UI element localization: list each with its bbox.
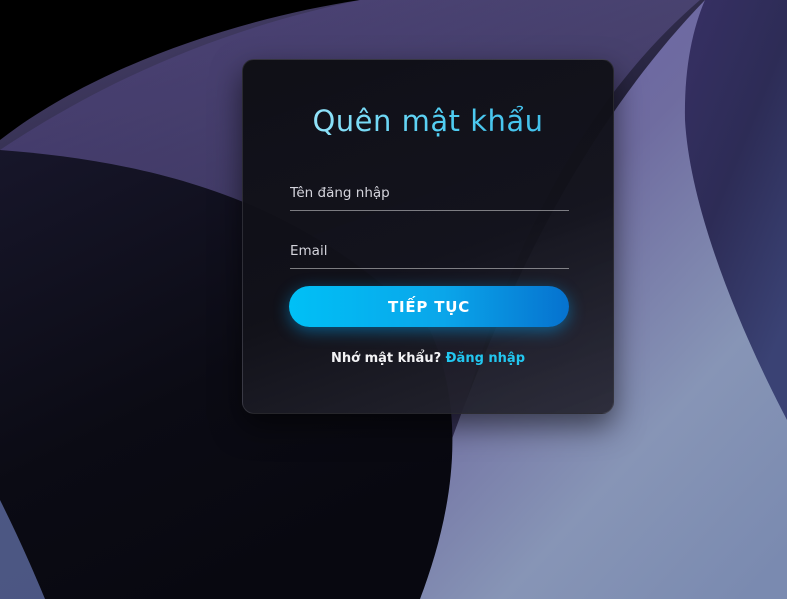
- remember-password-text: Nhớ mật khẩu?: [331, 351, 442, 366]
- login-link[interactable]: Đăng nhập: [446, 351, 525, 366]
- email-field: [290, 234, 569, 269]
- username-input[interactable]: [290, 176, 569, 210]
- email-input[interactable]: [290, 234, 569, 268]
- login-prompt: Nhớ mật khẩu? Đăng nhập: [243, 351, 613, 366]
- page-background: Quên mật khẩu TIẾP TỤC Nhớ mật khẩu? Đăn…: [0, 0, 787, 599]
- continue-button[interactable]: TIẾP TỤC: [289, 286, 569, 327]
- forgot-password-card: Quên mật khẩu TIẾP TỤC Nhớ mật khẩu? Đăn…: [242, 59, 614, 414]
- username-field: [290, 176, 569, 211]
- page-title: Quên mật khẩu: [243, 104, 613, 138]
